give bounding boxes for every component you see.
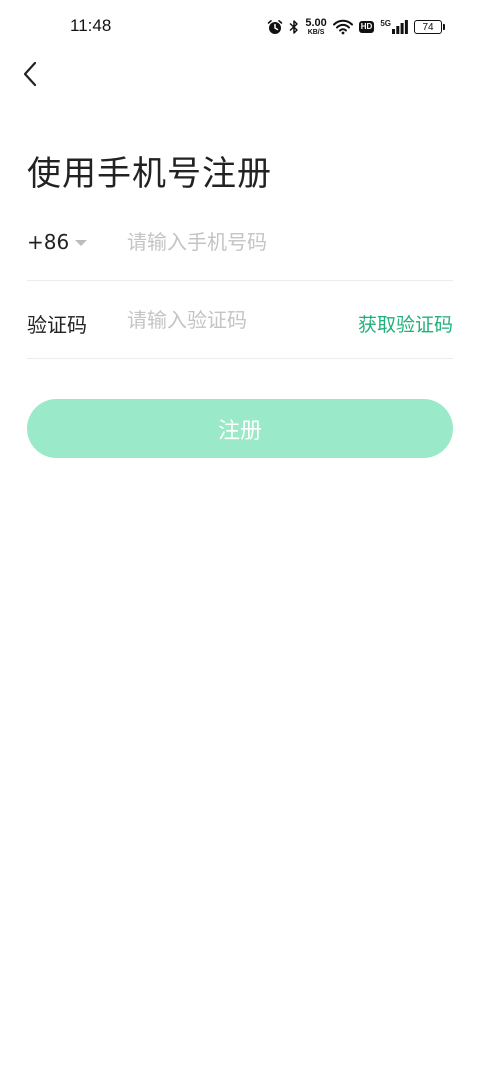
wifi-icon — [332, 19, 353, 35]
status-bar: 11:48 5.00 KB/S HD 5G 74 — [0, 0, 480, 56]
phone-input[interactable] — [127, 225, 447, 259]
net-speed-unit: KB/S — [307, 28, 325, 36]
code-input[interactable] — [127, 303, 347, 337]
phone-row: +86 — [27, 203, 453, 281]
bluetooth-icon — [289, 19, 299, 35]
code-label: 验证码 — [27, 313, 87, 337]
country-code-selector[interactable]: +86 — [27, 230, 88, 254]
caret-down-icon — [75, 240, 88, 246]
signal-icon: 5G — [380, 20, 408, 34]
battery-level: 74 — [422, 21, 434, 33]
hd-badge: HD — [358, 21, 375, 33]
battery-icon: 74 — [414, 20, 445, 34]
code-row: 验证码 获取验证码 — [27, 281, 453, 359]
status-icons: 5.00 KB/S HD 5G 74 — [267, 16, 445, 38]
page-title: 使用手机号注册 — [27, 154, 272, 194]
status-time: 11:48 — [70, 16, 112, 35]
chevron-left-icon — [21, 61, 39, 91]
country-code-label: +86 — [27, 230, 70, 254]
register-button[interactable]: 注册 — [27, 399, 453, 458]
alarm-icon — [267, 19, 283, 35]
back-button[interactable] — [14, 58, 46, 94]
get-code-button[interactable]: 获取验证码 — [358, 310, 453, 337]
signal-label: 5G — [380, 19, 391, 28]
net-speed-value: 5.00 — [305, 16, 327, 29]
net-speed: 5.00 KB/S — [305, 16, 327, 37]
